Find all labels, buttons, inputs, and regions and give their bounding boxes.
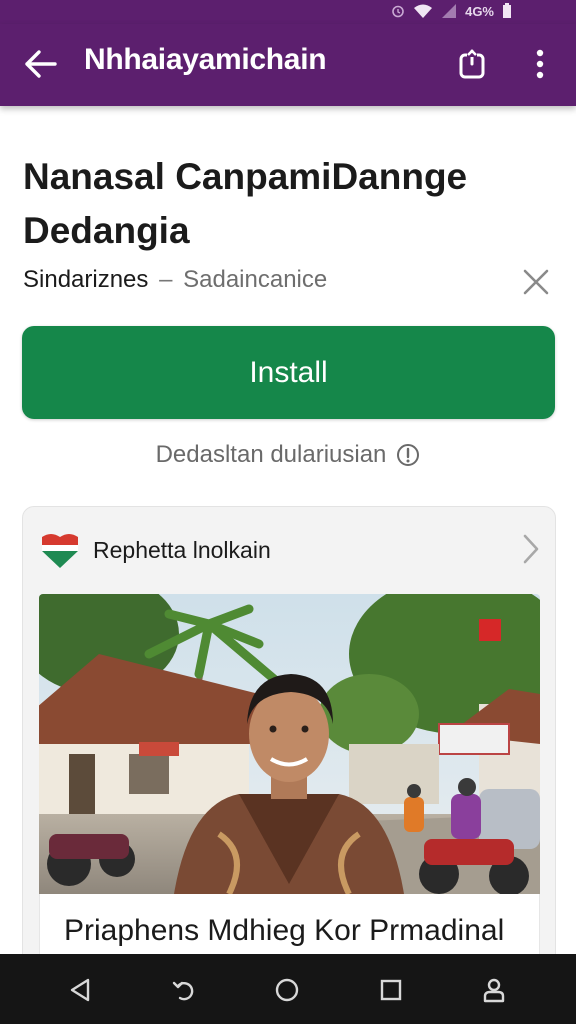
install-button[interactable]: Install bbox=[22, 326, 555, 419]
share-icon bbox=[459, 49, 485, 79]
nav-back-icon bbox=[70, 978, 90, 1002]
status-icons: 4G% bbox=[391, 3, 512, 19]
back-button[interactable] bbox=[20, 44, 60, 84]
disclaimer-text: Dedasltan dulariusian bbox=[155, 441, 387, 468]
nav-back-button[interactable] bbox=[64, 974, 96, 1006]
network-label: 4G% bbox=[465, 3, 494, 19]
nav-profile-button[interactable] bbox=[478, 974, 510, 1006]
flag-logo-icon bbox=[42, 534, 78, 568]
chevron-right-icon[interactable] bbox=[521, 533, 541, 565]
article-headline: Priaphens Mdhieg Kor Prmadinal bbox=[64, 914, 505, 947]
publisher-name[interactable]: Sindariznes bbox=[23, 266, 148, 293]
app-title: Nanasal CanpamiDannge Dedangia bbox=[23, 156, 468, 251]
news-card-header[interactable]: Rephetta lnolkain bbox=[23, 507, 555, 593]
news-source-name: Rephetta lnolkain bbox=[93, 537, 271, 563]
news-card[interactable]: Rephetta lnolkain Priaphens Mdhieg Kor P… bbox=[22, 506, 556, 966]
category-label: Sadaincanice bbox=[183, 266, 328, 293]
nav-home-icon bbox=[275, 978, 299, 1002]
nav-home-button[interactable] bbox=[271, 974, 303, 1006]
nav-recents-button[interactable] bbox=[375, 974, 407, 1006]
dismiss-button[interactable] bbox=[516, 262, 556, 302]
alarm-icon bbox=[391, 4, 405, 18]
more-options-button[interactable] bbox=[520, 42, 560, 86]
battery-icon bbox=[502, 3, 512, 19]
article-image[interactable] bbox=[39, 594, 540, 894]
separator: – bbox=[159, 266, 173, 293]
app-bar: Nhhaiayamichain bbox=[0, 24, 576, 106]
nav-undo-button[interactable] bbox=[168, 974, 200, 1006]
system-nav-bar bbox=[0, 954, 576, 1024]
arrow-left-icon bbox=[25, 50, 57, 78]
app-bar-title: Nhhaiayamichain bbox=[84, 43, 327, 76]
wifi-icon bbox=[413, 3, 433, 19]
signal-icon bbox=[441, 3, 457, 19]
nav-undo-icon bbox=[172, 981, 194, 1001]
close-icon bbox=[523, 269, 549, 295]
nav-recents-icon bbox=[380, 979, 402, 1001]
info-icon[interactable] bbox=[396, 443, 420, 467]
disclaimer: Dedasltan dulariusian bbox=[0, 441, 576, 469]
share-button[interactable] bbox=[452, 42, 492, 86]
more-vert-icon bbox=[536, 49, 544, 79]
status-bar: 4G% bbox=[0, 0, 576, 24]
publisher-line: Sindariznes – Sadaincanice bbox=[23, 266, 327, 294]
nav-profile-icon bbox=[483, 978, 505, 1003]
